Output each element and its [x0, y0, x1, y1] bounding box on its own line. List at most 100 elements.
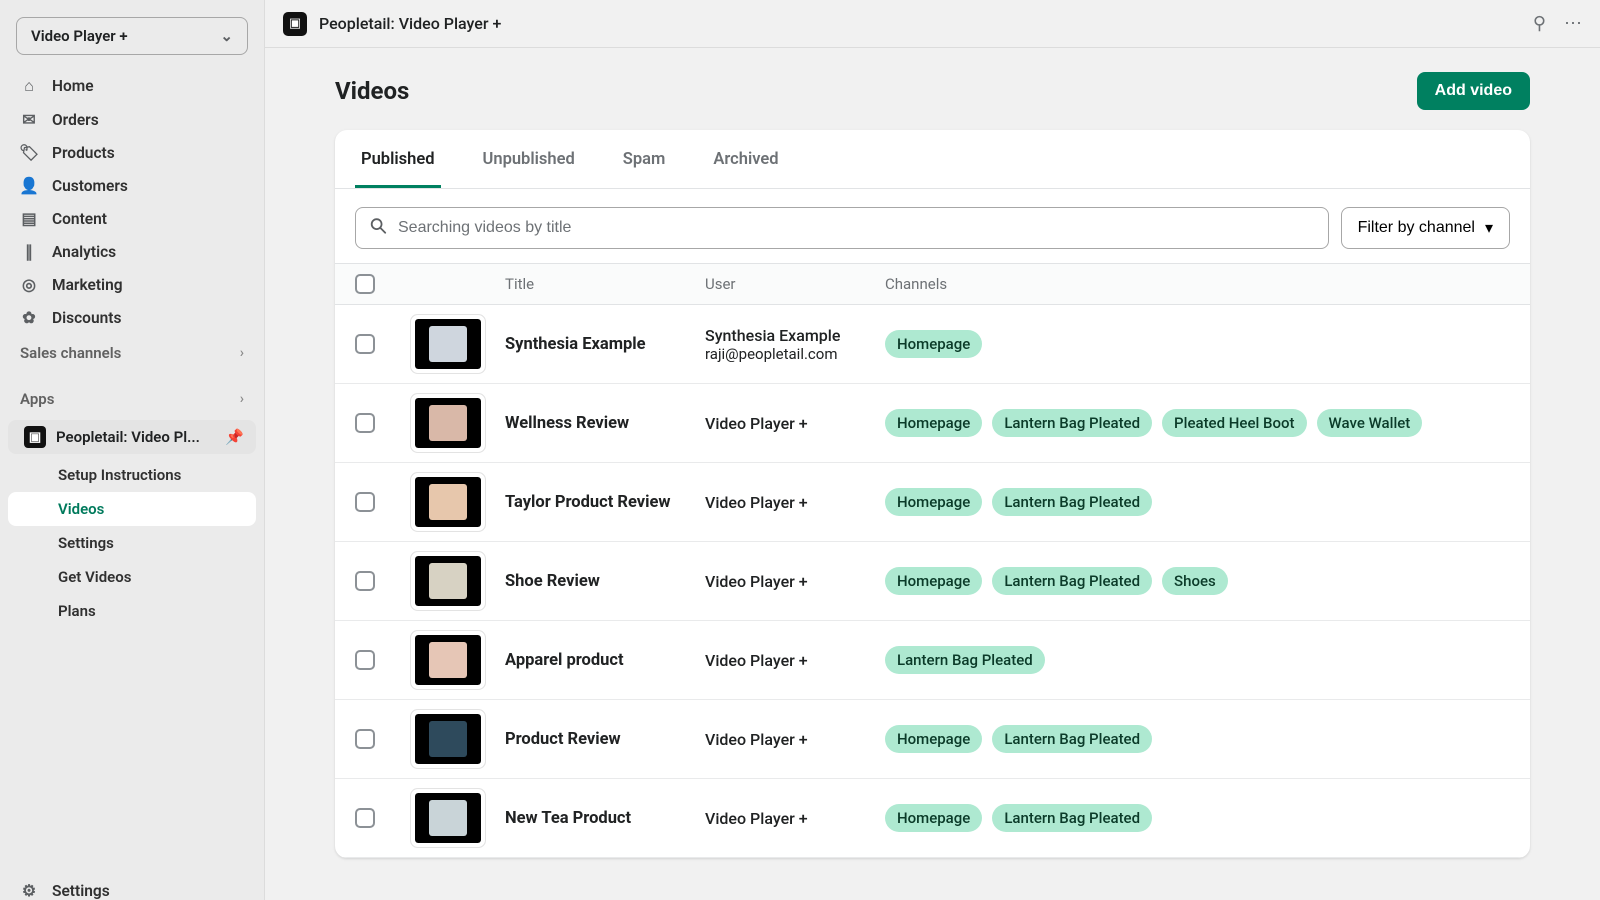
channel-badge[interactable]: Lantern Bag Pleated — [992, 409, 1152, 437]
channel-badges: Homepage Lantern Bag Pleated Shoes — [885, 567, 1510, 595]
video-thumbnail[interactable] — [415, 556, 481, 606]
sales-channels-header[interactable]: Sales channels › — [0, 334, 264, 372]
sidebar-item-home[interactable]: ⌂Home — [0, 69, 264, 103]
subnav-settings[interactable]: Settings — [8, 526, 256, 560]
filter-channel-button[interactable]: Filter by channel ▾ — [1341, 207, 1510, 249]
video-thumbnail[interactable] — [415, 714, 481, 764]
inbox-icon: ✉ — [20, 110, 38, 129]
tab-spam[interactable]: Spam — [617, 130, 672, 188]
more-icon[interactable]: ⋯ — [1564, 13, 1582, 34]
channel-badge[interactable]: Shoes — [1162, 567, 1228, 595]
col-channels: Channels — [885, 275, 1510, 293]
search-wrap — [355, 207, 1329, 249]
add-video-button[interactable]: Add video — [1417, 72, 1530, 110]
search-input[interactable] — [355, 207, 1329, 249]
channel-badges: Homepage — [885, 330, 1510, 358]
row-checkbox[interactable] — [355, 492, 375, 512]
row-checkbox[interactable] — [355, 650, 375, 670]
channel-badge[interactable]: Lantern Bag Pleated — [992, 488, 1152, 516]
target-icon: ◎ — [20, 275, 38, 294]
row-checkbox[interactable] — [355, 571, 375, 591]
subnav-videos[interactable]: Videos — [8, 492, 256, 526]
tag-icon: 🏷 — [20, 143, 38, 162]
table-row[interactable]: Apparel productVideo Player +Lantern Bag… — [335, 621, 1530, 700]
sidebar-item-orders[interactable]: ✉Orders — [0, 103, 264, 136]
video-thumbnail[interactable] — [415, 635, 481, 685]
channel-badges: Homepage Lantern Bag Pleated Pleated Heel … — [885, 409, 1510, 437]
page-title: Videos — [335, 77, 409, 105]
video-title: Taylor Product Review — [505, 493, 705, 512]
row-checkbox[interactable] — [355, 334, 375, 354]
sidebar-item-content[interactable]: ▤Content — [0, 202, 264, 235]
subnav-getvideos[interactable]: Get Videos — [8, 560, 256, 594]
row-checkbox[interactable] — [355, 729, 375, 749]
channel-badge[interactable]: Homepage — [885, 804, 982, 832]
channel-badges: Homepage Lantern Bag Pleated — [885, 725, 1510, 753]
analytics-icon: ∥ — [20, 242, 38, 261]
apps-header[interactable]: Apps › — [0, 372, 264, 418]
table-row[interactable]: Synthesia ExampleSynthesia Exampleraji@p… — [335, 305, 1530, 384]
sidebar-item-marketing[interactable]: ◎Marketing — [0, 268, 264, 301]
table-row[interactable]: Product ReviewVideo Player +Homepage Lant… — [335, 700, 1530, 779]
sidebar-item-customers[interactable]: 👤Customers — [0, 169, 264, 202]
video-user: Video Player + — [705, 572, 885, 591]
video-title: Product Review — [505, 730, 705, 749]
table-row[interactable]: Wellness ReviewVideo Player +HomepageLan… — [335, 384, 1530, 463]
tab-published[interactable]: Published — [355, 130, 441, 188]
channel-badges: Homepage Lantern Bag Pleated — [885, 488, 1510, 516]
table-header: Title User Channels — [335, 263, 1530, 305]
channel-badge[interactable]: Pleated Heel Boot — [1162, 409, 1306, 437]
tab-unpublished[interactable]: Unpublished — [477, 130, 581, 188]
video-thumbnail[interactable] — [415, 398, 481, 448]
content-icon: ▤ — [20, 209, 38, 228]
app-logo-icon: ▣ — [24, 426, 46, 448]
channel-badge[interactable]: Lantern Bag Pleated — [992, 725, 1152, 753]
video-user: Video Player + — [705, 651, 885, 670]
video-thumbnail[interactable] — [415, 319, 481, 369]
video-user: Video Player + — [705, 493, 885, 512]
select-all-checkbox[interactable] — [355, 274, 375, 294]
subnav-plans[interactable]: Plans — [8, 594, 256, 628]
sidebar-item-discounts[interactable]: ✿Discounts — [0, 301, 264, 334]
store-selector[interactable]: Video Player + ⌄ — [16, 17, 248, 55]
app-item-peopletail[interactable]: ▣ Peopletail: Video Pl... 📌 — [8, 420, 256, 454]
sidebar-item-products[interactable]: 🏷Products — [0, 136, 264, 169]
col-title: Title — [505, 275, 705, 293]
video-thumbnail[interactable] — [415, 793, 481, 843]
table-body: Synthesia ExampleSynthesia Exampleraji@p… — [335, 305, 1530, 858]
tab-archived[interactable]: Archived — [707, 130, 784, 188]
channel-badge[interactable]: Wave Wallet — [1317, 409, 1423, 437]
row-checkbox[interactable] — [355, 808, 375, 828]
sidebar-item-analytics[interactable]: ∥Analytics — [0, 235, 264, 268]
video-title: New Tea Product — [505, 809, 705, 828]
table-row[interactable]: Taylor Product ReviewVideo Player +Homep… — [335, 463, 1530, 542]
main: ▣ Peopletail: Video Player + ⚲ ⋯ Videos … — [265, 0, 1600, 900]
channel-badge[interactable]: Homepage — [885, 725, 982, 753]
subnav-setup[interactable]: Setup Instructions — [8, 458, 256, 492]
channel-badge[interactable]: Homepage — [885, 488, 982, 516]
content: Videos Add video Published Unpublished S… — [265, 48, 1600, 900]
video-user: Video Player + — [705, 730, 885, 749]
pin-icon[interactable]: ⚲ — [1533, 13, 1546, 34]
channel-badges: Lantern Bag Pleated — [885, 646, 1510, 674]
video-title: Shoe Review — [505, 572, 705, 591]
app-subnav: Setup Instructions Videos Settings Get V… — [0, 456, 264, 628]
caret-down-icon: ▾ — [1485, 218, 1493, 238]
row-checkbox[interactable] — [355, 413, 375, 433]
sidebar-item-settings[interactable]: ⚙Settings — [0, 874, 264, 900]
home-icon: ⌂ — [20, 76, 38, 96]
table-row[interactable]: Shoe ReviewVideo Player +Homepage Lantern… — [335, 542, 1530, 621]
table-row[interactable]: New Tea ProductVideo Player +HomepageLan… — [335, 779, 1530, 858]
channel-badge[interactable]: Homepage — [885, 567, 982, 595]
sidebar: Video Player + ⌄ ⌂Home ✉Orders 🏷Products… — [0, 0, 265, 900]
search-icon — [369, 217, 387, 240]
col-user: User — [705, 275, 885, 293]
video-user: Video Player + — [705, 414, 885, 433]
channel-badge[interactable]: Lantern Bag Pleated — [992, 567, 1152, 595]
video-thumbnail[interactable] — [415, 477, 481, 527]
channel-badge[interactable]: Lantern Bag Pleated — [992, 804, 1152, 832]
channel-badge[interactable]: Homepage — [885, 330, 982, 358]
pin-icon[interactable]: 📌 — [225, 428, 244, 446]
channel-badge[interactable]: Lantern Bag Pleated — [885, 646, 1045, 674]
channel-badge[interactable]: Homepage — [885, 409, 982, 437]
